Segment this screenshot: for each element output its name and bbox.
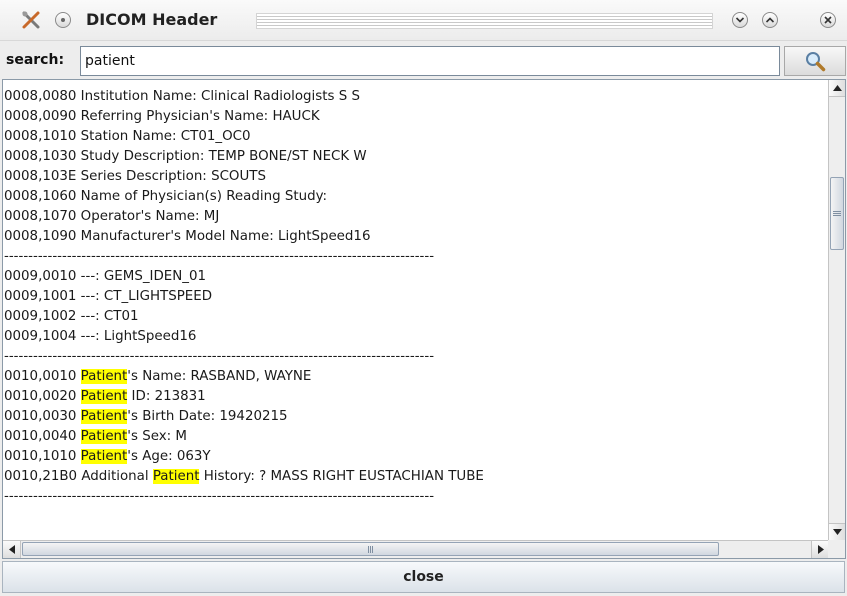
header-line: 0009,1004 ---: LightSpeed16 — [4, 327, 484, 347]
header-line: 0008,1070 Operator's Name: MJ — [4, 207, 484, 227]
search-highlight: Patient — [152, 469, 200, 484]
header-line-text: 0008,0090 Referring Physician's Name: HA… — [4, 109, 320, 124]
search-button[interactable] — [784, 46, 846, 76]
header-line-text: ----------------------------------------… — [4, 489, 435, 504]
scroll-right-button[interactable] — [811, 541, 829, 558]
header-line-text: 0008,103E Series Description: SCOUTS — [4, 169, 266, 184]
scroll-left-button[interactable] — [3, 541, 21, 558]
search-highlight: Patient — [80, 389, 128, 404]
header-line-text: 0008,1010 Station Name: CT01_OC0 — [4, 129, 251, 144]
close-icon — [820, 12, 836, 28]
header-line: 0008,1030 Study Description: TEMP BONE/S… — [4, 147, 484, 167]
header-line-text: 0010,1010 — [4, 449, 81, 464]
arrow-left-icon — [8, 545, 15, 554]
header-line-text: 0009,1002 ---: CT01 — [4, 309, 139, 324]
header-line-text: 0010,0030 — [4, 409, 81, 424]
scroll-up-button[interactable] — [829, 80, 845, 97]
header-line: 0009,0010 ---: GEMS_IDEN_01 — [4, 267, 484, 287]
header-line-text: 0010,21B0 Additional — [4, 469, 153, 484]
arrow-right-icon — [817, 545, 824, 554]
magnifier-icon — [806, 52, 826, 72]
arrow-down-icon — [832, 529, 842, 535]
header-line-text: 0010,0040 — [4, 429, 81, 444]
header-line-text: 0008,1090 Manufacturer's Model Name: Lig… — [4, 229, 371, 244]
header-line: 0010,0010 Patient's Name: RASBAND, WAYNE — [4, 367, 484, 387]
header-line-text: 0008,1070 Operator's Name: MJ — [4, 209, 220, 224]
header-line-text: 's Age: 063Y — [127, 449, 211, 464]
header-line-text: 0009,1004 ---: LightSpeed16 — [4, 329, 197, 344]
header-line-text: 0010,0010 — [4, 369, 81, 384]
search-highlight: Patient — [80, 409, 128, 424]
header-line: 0008,1090 Manufacturer's Model Name: Lig… — [4, 227, 484, 247]
search-highlight: Patient — [80, 449, 128, 464]
header-line: 0010,1010 Patient's Age: 063Y — [4, 447, 484, 467]
window-menu-icon[interactable] — [52, 9, 74, 31]
header-line: 0009,1002 ---: CT01 — [4, 307, 484, 327]
header-line: ----------------------------------------… — [4, 347, 484, 367]
horizontal-scroll-thumb[interactable] — [22, 542, 719, 556]
text-viewport: 0008,0080 Institution Name: Clinical Rad… — [3, 80, 829, 540]
header-line-text: 0008,0080 Institution Name: Clinical Rad… — [4, 89, 360, 104]
header-line-text: 's Birth Date: 19420215 — [127, 409, 288, 424]
header-line-text: 0010,0020 — [4, 389, 81, 404]
header-line-text: 0009,0010 ---: GEMS_IDEN_01 — [4, 269, 206, 284]
close-window-button[interactable] — [817, 9, 839, 31]
header-line: 0008,103E Series Description: SCOUTS — [4, 167, 484, 187]
chevron-down-icon — [732, 12, 748, 28]
header-line: 0010,0040 Patient's Sex: M — [4, 427, 484, 447]
search-highlight: Patient — [80, 429, 128, 444]
header-line: 0008,0090 Referring Physician's Name: HA… — [4, 107, 484, 127]
header-line-text: ID: 213831 — [127, 389, 206, 404]
search-label: search: — [6, 52, 65, 68]
minimize-button[interactable] — [729, 9, 751, 31]
horizontal-scrollbar[interactable] — [3, 540, 829, 558]
header-line: 0009,1001 ---: CT_LIGHTSPEED — [4, 287, 484, 307]
scrollbar-corner — [828, 540, 845, 558]
vertical-scrollbar[interactable] — [828, 80, 845, 540]
header-line: 0008,1010 Station Name: CT01_OC0 — [4, 127, 484, 147]
title-bar-decoration — [256, 13, 713, 29]
header-line: ----------------------------------------… — [4, 247, 484, 267]
header-line-text: 0008,1060 Name of Physician(s) Reading S… — [4, 189, 328, 204]
header-line-text: 's Sex: M — [127, 429, 187, 444]
header-line: 0010,0020 Patient ID: 213831 — [4, 387, 484, 407]
arrow-up-icon — [832, 85, 842, 91]
header-line-text: 0008,1030 Study Description: TEMP BONE/S… — [4, 149, 367, 164]
chevron-up-icon — [762, 12, 778, 28]
header-line: 0008,0080 Institution Name: Clinical Rad… — [4, 87, 484, 107]
header-text-area[interactable]: 0008,0080 Institution Name: Clinical Rad… — [2, 79, 846, 559]
tools-icon — [20, 9, 42, 31]
header-line-text: History: ? MASS RIGHT EUSTACHIAN TUBE — [199, 469, 484, 484]
header-line: 0008,1060 Name of Physician(s) Reading S… — [4, 187, 484, 207]
search-input[interactable] — [80, 46, 780, 76]
vertical-scroll-thumb[interactable] — [830, 177, 844, 250]
header-line-text: ----------------------------------------… — [4, 349, 435, 364]
header-line-text: ----------------------------------------… — [4, 249, 435, 264]
close-button[interactable]: close — [2, 561, 845, 593]
title-bar[interactable]: DICOM Header — [0, 0, 847, 41]
window-title: DICOM Header — [86, 10, 218, 29]
search-highlight: Patient — [80, 369, 128, 384]
scroll-down-button[interactable] — [829, 523, 845, 540]
header-line: 0010,0030 Patient's Birth Date: 19420215 — [4, 407, 484, 427]
header-line: 0010,21B0 Additional Patient History: ? … — [4, 467, 484, 487]
header-line-text: 0009,1001 ---: CT_LIGHTSPEED — [4, 289, 212, 304]
dicom-header-text: 0008,0080 Institution Name: Clinical Rad… — [4, 87, 484, 507]
header-line-text: 's Name: RASBAND, WAYNE — [127, 369, 312, 384]
maximize-button[interactable] — [759, 9, 781, 31]
header-line: ----------------------------------------… — [4, 487, 484, 507]
